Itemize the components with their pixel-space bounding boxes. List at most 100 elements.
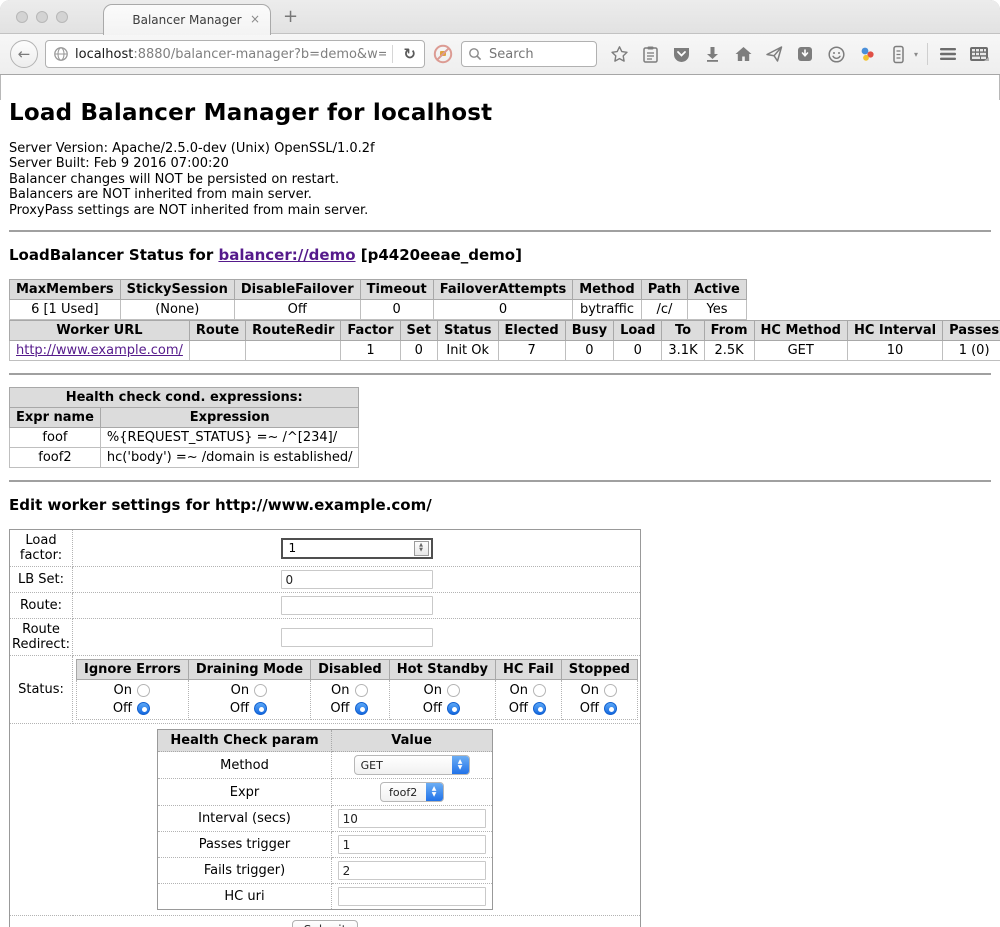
table-header-row: Worker URL Route RouteRedir Factor Set S… bbox=[10, 321, 1000, 341]
health-check-table: Health Check param Value Method GET ▲▼ bbox=[157, 729, 492, 910]
cell-busy: 0 bbox=[565, 341, 613, 361]
col-hot-standby: Hot Standby bbox=[389, 660, 495, 680]
hc-method-select[interactable]: GET ▲▼ bbox=[354, 755, 470, 775]
status-header-row: Ignore Errors Draining Mode Disabled Hot… bbox=[77, 660, 638, 680]
cell-status: Init Ok bbox=[437, 341, 498, 361]
radio-ignore-errors-on[interactable] bbox=[137, 684, 150, 697]
load-factor-input[interactable]: ▲▼ bbox=[281, 538, 433, 559]
heading-prefix: LoadBalancer Status for bbox=[9, 246, 218, 264]
hc-fails-label: Fails trigger) bbox=[158, 858, 331, 884]
worker-row: http://www.example.com/ 1 0 Init Ok 7 0 … bbox=[10, 341, 1000, 361]
col-hc-method: HC Method bbox=[754, 321, 847, 341]
cell-path: /c/ bbox=[641, 300, 687, 320]
search-input[interactable] bbox=[487, 46, 577, 63]
col-expression: Expression bbox=[100, 408, 359, 428]
tile-grid-icon[interactable] bbox=[968, 43, 990, 65]
divider bbox=[9, 480, 991, 482]
hc-uri-input[interactable] bbox=[338, 887, 486, 906]
radio-stopped-off[interactable] bbox=[604, 702, 617, 715]
balancer-status-table: MaxMembers StickySession DisableFailover… bbox=[9, 279, 747, 320]
hc-passes-input[interactable] bbox=[338, 835, 486, 854]
off-label: Off bbox=[113, 701, 132, 716]
lb-set-input[interactable] bbox=[281, 570, 433, 589]
cell-failoverattempts: 0 bbox=[433, 300, 573, 320]
fullscreen-window-button[interactable] bbox=[56, 11, 68, 23]
lb-set-row: LB Set: bbox=[10, 567, 641, 593]
hc-fails-input[interactable] bbox=[338, 861, 486, 880]
new-tab-button[interactable]: + bbox=[283, 8, 298, 26]
menu-hamburger-icon[interactable] bbox=[937, 43, 959, 65]
radio-disabled-off[interactable] bbox=[355, 702, 368, 715]
col-path: Path bbox=[641, 280, 687, 300]
worker-status-table: Worker URL Route RouteRedir Factor Set S… bbox=[9, 320, 1000, 361]
cell-maxmembers: 6 [1 Used] bbox=[10, 300, 121, 320]
hc-expr-label: Expr bbox=[158, 779, 331, 806]
search-bar[interactable] bbox=[461, 41, 597, 67]
radio-hot-standby-off[interactable] bbox=[447, 702, 460, 715]
tab-balancer-manager[interactable]: Balancer Manager × bbox=[103, 4, 271, 35]
server-built-line: Server Built: Feb 9 2016 07:00:20 bbox=[9, 156, 991, 171]
chevron-down-icon[interactable]: ▾ bbox=[914, 50, 918, 59]
status-options-table: Ignore Errors Draining Mode Disabled Hot… bbox=[76, 659, 638, 720]
url-text[interactable]: localhost:8880/balancer-manager?b=demo&w… bbox=[75, 47, 386, 62]
col-ignore-errors: Ignore Errors bbox=[77, 660, 189, 680]
cell-to: 3.1K bbox=[662, 341, 704, 361]
back-button[interactable]: ← bbox=[10, 40, 38, 68]
cell-active: Yes bbox=[688, 300, 747, 320]
cell-stickysession: (None) bbox=[120, 300, 234, 320]
extension-colordots-icon[interactable] bbox=[856, 43, 878, 65]
cell-expr-name: foof2 bbox=[10, 448, 101, 468]
radio-hc-fail-off[interactable] bbox=[533, 702, 546, 715]
url-bar[interactable]: localhost:8880/balancer-manager?b=demo&w… bbox=[45, 40, 425, 68]
radio-ignore-errors-off[interactable] bbox=[137, 702, 150, 715]
route-input[interactable] bbox=[281, 596, 433, 615]
radio-draining-mode-on[interactable] bbox=[254, 684, 267, 697]
col-stopped: Stopped bbox=[561, 660, 637, 680]
table-header-row: Expr name Expression bbox=[10, 408, 359, 428]
col-status: Status bbox=[437, 321, 498, 341]
submit-button[interactable]: Submit bbox=[292, 920, 359, 927]
radio-disabled-on[interactable] bbox=[355, 684, 368, 697]
reading-list-icon[interactable] bbox=[639, 43, 661, 65]
hc-uri-label: HC uri bbox=[158, 884, 331, 910]
table-title-row: Health check cond. expressions: bbox=[10, 388, 359, 408]
content-blocker-icon[interactable] bbox=[432, 43, 454, 65]
tab-close-icon[interactable]: × bbox=[250, 12, 260, 26]
downloads-icon[interactable] bbox=[701, 43, 723, 65]
bookmark-star-icon[interactable] bbox=[608, 43, 630, 65]
server-version-line: Server Version: Apache/2.5.0-dev (Unix) … bbox=[9, 141, 991, 156]
expr-row: foof2 hc('body') =~ /domain is establish… bbox=[10, 448, 359, 468]
worker-url-link[interactable]: http://www.example.com/ bbox=[16, 343, 183, 358]
col-hc-param: Health Check param bbox=[158, 730, 331, 752]
balancer-demo-link[interactable]: balancer://demo bbox=[218, 246, 355, 264]
close-window-button[interactable] bbox=[16, 11, 28, 23]
window-controls bbox=[16, 11, 68, 23]
send-tab-icon[interactable] bbox=[763, 43, 785, 65]
home-icon[interactable] bbox=[732, 43, 754, 65]
pocket-icon[interactable] bbox=[670, 43, 692, 65]
container-tabs-icon[interactable] bbox=[887, 43, 909, 65]
navigation-toolbar: ← localhost:8880/balancer-manager?b=demo… bbox=[0, 34, 1000, 75]
radio-hc-fail-on[interactable] bbox=[533, 684, 546, 697]
col-elected: Elected bbox=[498, 321, 565, 341]
save-to-device-icon[interactable] bbox=[794, 43, 816, 65]
reload-icon[interactable]: ↻ bbox=[399, 45, 420, 63]
hc-interval-input[interactable] bbox=[338, 809, 486, 828]
minimize-window-button[interactable] bbox=[36, 11, 48, 23]
load-factor-field[interactable] bbox=[287, 540, 414, 556]
hc-expr-select[interactable]: foof2 ▲▼ bbox=[380, 782, 444, 802]
radio-draining-mode-off[interactable] bbox=[254, 702, 267, 715]
radio-stopped-on[interactable] bbox=[604, 684, 617, 697]
radio-hot-standby-on[interactable] bbox=[447, 684, 460, 697]
back-arrow-icon: ← bbox=[18, 45, 31, 63]
col-passes: Passes bbox=[943, 321, 1000, 341]
cell-passes: 1 (0) bbox=[943, 341, 1000, 361]
status-label: Status: bbox=[10, 656, 73, 724]
col-to: To bbox=[662, 321, 704, 341]
hc-expr-value: foof2 bbox=[381, 786, 426, 799]
number-spinner-icon[interactable]: ▲▼ bbox=[414, 541, 429, 556]
route-redirect-input[interactable] bbox=[281, 628, 433, 647]
col-hc-value: Value bbox=[331, 730, 492, 752]
off-label: Off bbox=[330, 701, 349, 716]
chat-smiley-icon[interactable] bbox=[825, 43, 847, 65]
